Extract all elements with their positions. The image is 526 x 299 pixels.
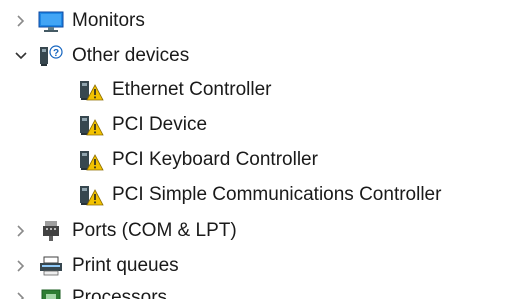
- svg-text:?: ?: [53, 48, 59, 59]
- tree-item-label: PCI Keyboard Controller: [112, 149, 318, 170]
- tree-item-label: Ethernet Controller: [112, 79, 272, 100]
- tree-item-label: Ports (COM & LPT): [72, 220, 237, 241]
- chevron-right-icon[interactable]: [14, 224, 28, 238]
- tree-item-label: Monitors: [72, 10, 145, 31]
- chevron-right-icon[interactable]: [14, 14, 28, 28]
- printer-icon: [38, 254, 64, 278]
- warning-device-icon: [78, 183, 104, 207]
- chevron-right-icon[interactable]: [14, 291, 28, 299]
- warning-device-icon: [78, 113, 104, 137]
- warning-device-icon: [78, 148, 104, 172]
- tree-item-pci-simple-communications-controller[interactable]: PCI Simple Communications Controller: [0, 180, 441, 210]
- monitor-icon: [38, 9, 64, 33]
- warning-device-icon: [78, 78, 104, 102]
- chevron-right-icon[interactable]: [14, 259, 28, 273]
- tree-item-pci-device[interactable]: PCI Device: [0, 110, 207, 140]
- tree-item-print-queues[interactable]: Print queues: [0, 251, 179, 281]
- tree-item-label: Print queues: [72, 255, 179, 276]
- port-icon: [38, 219, 64, 243]
- tree-item-monitors[interactable]: Monitors: [0, 6, 145, 36]
- processor-icon: [38, 286, 64, 299]
- tree-item-ports[interactable]: Ports (COM & LPT): [0, 216, 237, 246]
- tree-item-label: Other devices: [72, 45, 190, 66]
- unknown-device-icon: ?: [38, 44, 64, 68]
- tree-item-label: PCI Device: [112, 114, 208, 135]
- tree-item-label: Processors: [72, 287, 168, 299]
- tree-item-pci-keyboard-controller[interactable]: PCI Keyboard Controller: [0, 145, 318, 175]
- device-tree: Monitors ? Other devices Ethernet Contro…: [0, 0, 526, 299]
- chevron-down-icon[interactable]: [14, 49, 28, 63]
- tree-item-ethernet-controller[interactable]: Ethernet Controller: [0, 75, 271, 105]
- tree-item-label: PCI Simple Communications Controller: [112, 184, 442, 205]
- tree-item-other-devices[interactable]: ? Other devices: [0, 41, 189, 71]
- tree-item-processors[interactable]: Processors: [0, 283, 167, 299]
